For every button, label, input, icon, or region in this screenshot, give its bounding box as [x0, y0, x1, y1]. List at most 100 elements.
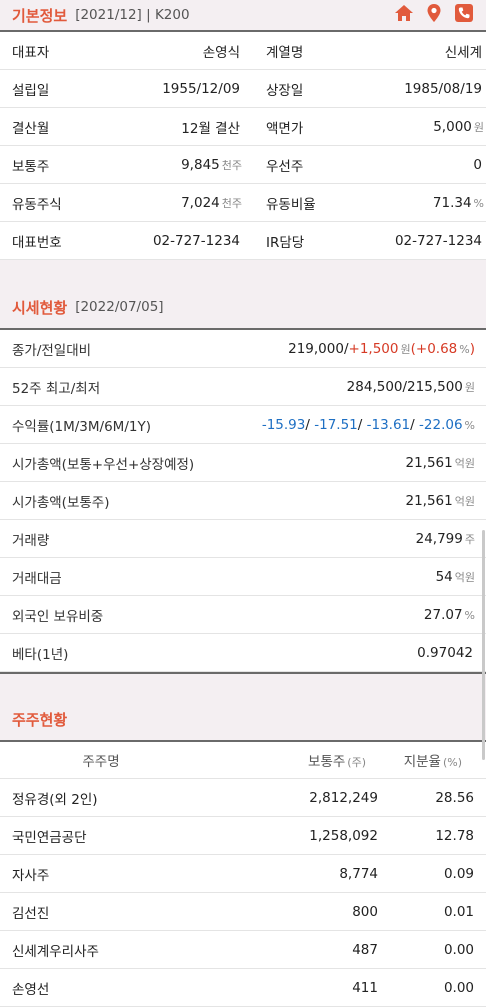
market-row-value-text: 54	[436, 569, 453, 585]
field-label: 대표번호	[0, 231, 122, 251]
returns-value: -15.93/ -17.51/ -13.61/ -22.06%	[262, 417, 486, 433]
market-row-unit: 억원	[455, 457, 475, 470]
market-row-label: 시가총액(보통+우선+상장예정)	[0, 453, 194, 473]
field-value-text: 7,024	[181, 195, 220, 211]
market-row-unit: 억원	[455, 495, 475, 508]
market-row-unit: 주	[465, 533, 475, 546]
basic-info-header: 기본정보 [2021/12] | K200	[0, 0, 486, 32]
close-price: 219,000	[288, 341, 344, 357]
sep: /	[305, 417, 310, 433]
market-row-value: 54억원	[436, 569, 486, 585]
basic-info-row: 유동주식7,024천주유동비율71.34%	[0, 184, 486, 222]
basic-info-row: 대표번호02-727-1234IR담당02-727-1234	[0, 222, 486, 260]
returns-row: 수익률(1M/3M/6M/1Y) -15.93/ -17.51/ -13.61/…	[0, 406, 486, 444]
shareholder-name: 자사주	[0, 864, 202, 884]
basic-info-table: 대표자손영식계열명신세계설립일1955/12/09상장일1985/08/19결산…	[0, 32, 486, 260]
sep: /	[410, 417, 415, 433]
shareholder-row: 정유경(외 2인)2,812,24928.56	[0, 779, 486, 817]
col-ratio: 지분율(%)	[366, 750, 462, 770]
returns-label: 수익률(1M/3M/6M/1Y)	[0, 415, 151, 435]
field-value: 02-727-1234	[376, 233, 484, 249]
field-label: 설립일	[0, 79, 122, 99]
field-value-text: 5,000	[433, 119, 472, 135]
field-label: 유동비율	[242, 193, 376, 213]
field-value-text: 손영식	[203, 45, 240, 61]
shareholder-name: 손영선	[0, 978, 202, 998]
shareholder-ratio: 28.56	[378, 790, 474, 806]
field-label: 액면가	[242, 117, 376, 137]
shareholders-title: 주주현황	[12, 709, 67, 730]
market-row-label: 시가총액(보통주)	[0, 491, 109, 511]
market-row: 외국인 보유비중27.07%	[0, 596, 486, 634]
field-value: 신세계	[376, 41, 484, 61]
basic-info-meta: [2021/12] | K200	[75, 7, 189, 23]
field-value-text: 12월 결산	[181, 121, 240, 137]
field-value-text: 1985/08/19	[404, 81, 482, 97]
market-row-value: 0.97042	[417, 645, 486, 661]
market-date: [2022/07/05]	[75, 299, 163, 315]
market-row-value-text: 27.07	[424, 607, 463, 623]
market-row-label: 베타(1년)	[0, 643, 68, 663]
week52-range: 284,500/215,500	[347, 379, 463, 395]
field-value: 71.34%	[376, 195, 484, 211]
field-unit: %	[474, 197, 484, 210]
shareholder-count: 800	[202, 904, 378, 920]
field-value: 9,845천주	[122, 157, 242, 173]
close-price-row: 종가/전일대비 219,000/+1,500원(+0.68%)	[0, 330, 486, 368]
phone-icon[interactable]	[454, 3, 474, 23]
pct-unit: %	[459, 343, 469, 356]
scrollbar[interactable]	[482, 530, 485, 760]
market-row-value-text: 0.97042	[417, 645, 473, 661]
field-value: 12월 결산	[122, 117, 242, 137]
market-row: 시가총액(보통+우선+상장예정) 21,561억원	[0, 444, 486, 482]
shareholder-count: 8,774	[202, 866, 378, 882]
shareholder-count: 411	[202, 980, 378, 996]
shareholder-ratio: 0.00	[378, 942, 474, 958]
field-value: 1985/08/19	[376, 81, 484, 97]
header-icons	[394, 3, 474, 23]
market-row-value: 24,799주	[416, 531, 486, 547]
market-row: 거래대금54억원	[0, 558, 486, 596]
field-label: 유동주식	[0, 193, 122, 213]
section-gap	[0, 672, 486, 690]
sep: /	[358, 417, 363, 433]
basic-info-row: 보통주9,845천주우선주0	[0, 146, 486, 184]
shareholder-row: 자사주8,7740.09	[0, 855, 486, 893]
shareholders-header: 주주현황	[0, 690, 486, 742]
week52-value: 284,500/215,500원	[347, 379, 486, 395]
shareholders-table: 정유경(외 2인)2,812,24928.56국민연금공단1,258,09212…	[0, 779, 486, 1007]
market-row-unit: %	[465, 609, 475, 622]
field-value-text: 02-727-1234	[153, 233, 240, 249]
section-gap	[0, 260, 486, 278]
field-unit: 원	[474, 121, 484, 134]
market-row-value: 21,561억원	[406, 455, 486, 471]
price-unit: 원	[400, 343, 410, 356]
field-label: 상장일	[242, 79, 376, 99]
field-value: 5,000원	[376, 119, 484, 135]
returns-unit: %	[465, 419, 475, 432]
market-row-value-text: 21,561	[406, 455, 453, 471]
col-count-label: 보통주	[308, 754, 345, 770]
shareholder-name: 신세계우리사주	[0, 940, 202, 960]
return-3m: -17.51	[314, 417, 358, 433]
market-row-value: 27.07%	[424, 607, 486, 623]
market-row-unit: 억원	[455, 571, 475, 584]
market-row-value: 21,561억원	[406, 493, 486, 509]
home-icon[interactable]	[394, 3, 414, 23]
market-table: 시가총액(보통+우선+상장예정)21,561억원시가총액(보통주)21,561억…	[0, 444, 486, 672]
shareholder-name: 김선진	[0, 902, 202, 922]
price-change-pct: +0.68	[416, 341, 457, 357]
shareholder-count: 487	[202, 942, 378, 958]
basic-info-row: 설립일1955/12/09상장일1985/08/19	[0, 70, 486, 108]
shareholder-row: 손영선4110.00	[0, 969, 486, 1007]
col-count-unit: (주)	[347, 756, 366, 769]
basic-info-row: 대표자손영식계열명신세계	[0, 32, 486, 70]
market-row-value-text: 24,799	[416, 531, 463, 547]
field-value: 7,024천주	[122, 195, 242, 211]
shareholder-row: 국민연금공단1,258,09212.78	[0, 817, 486, 855]
field-value-text: 신세계	[445, 45, 482, 61]
location-pin-icon[interactable]	[424, 3, 444, 23]
week52-row: 52주 최고/최저 284,500/215,500원	[0, 368, 486, 406]
col-ratio-unit: (%)	[443, 756, 462, 769]
basic-info-title: 기본정보	[12, 5, 67, 26]
